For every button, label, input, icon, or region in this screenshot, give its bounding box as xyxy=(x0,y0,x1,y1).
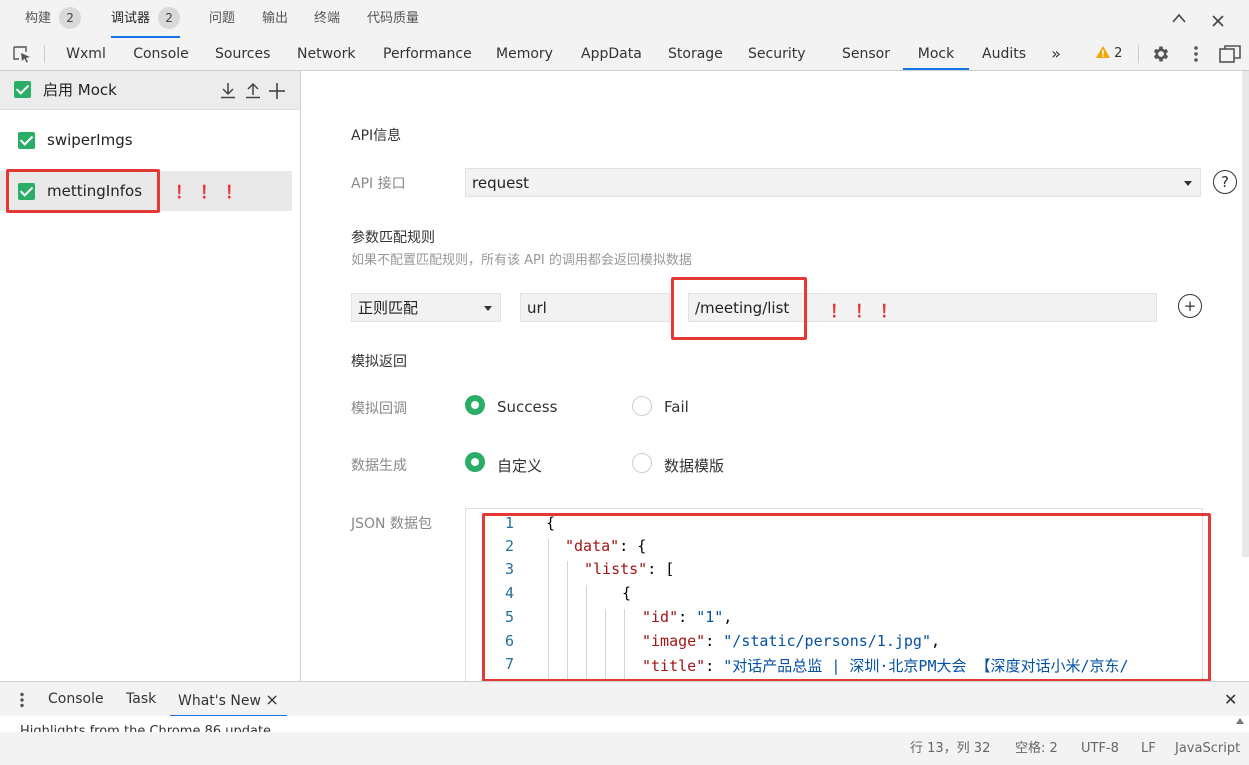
tab-sensor[interactable]: Sensor xyxy=(842,38,890,70)
export-upload-icon[interactable] xyxy=(245,82,261,99)
tab-sources[interactable]: Sources xyxy=(215,38,270,70)
tab-issues[interactable]: 问题 xyxy=(209,0,235,38)
match-rules-title: 参数匹配规则 xyxy=(351,230,435,246)
warning-count: 2 xyxy=(1114,46,1123,61)
mock-rules-sidebar: 启用 Mock swiperImgs mettingInfos ！！！ xyxy=(0,71,301,681)
scroll-up-icon[interactable] xyxy=(1236,718,1244,724)
drawer-tab-console[interactable]: Console xyxy=(48,682,104,717)
close-tab-icon[interactable]: × xyxy=(265,690,278,709)
tab-network[interactable]: Network xyxy=(297,38,355,70)
drawer-tab-whats-new-label: What's New xyxy=(178,693,261,709)
tab-appdata[interactable]: AppData xyxy=(581,38,642,70)
match-type-value: 正则匹配 xyxy=(358,299,419,317)
highlight-box xyxy=(482,513,1211,682)
whats-new-highlight: Highlights from the Chrome 86 update xyxy=(20,724,272,732)
api-interface-label: API 接口 xyxy=(351,176,406,192)
tab-debugger[interactable]: 调试器 2 xyxy=(111,0,181,38)
indent-spaces[interactable]: 空格: 2 xyxy=(1015,732,1058,765)
success-radio[interactable] xyxy=(465,395,485,415)
enable-mock-checkbox[interactable] xyxy=(14,81,31,98)
tab-mock[interactable]: Mock xyxy=(903,38,969,70)
tab-build[interactable]: 构建 2 xyxy=(25,0,82,38)
mock-sidebar-header: 启用 Mock xyxy=(0,71,300,110)
api-info-title: API信息 xyxy=(351,128,402,144)
template-radio[interactable] xyxy=(632,453,652,473)
tab-audits[interactable]: Audits xyxy=(982,38,1026,70)
match-rules-hint: 如果不配置匹配规则，所有该 API 的调用都会返回模拟数据 xyxy=(351,253,692,268)
rule-label: swiperImgs xyxy=(47,131,133,149)
whats-new-content: Highlights from the Chrome 86 update xyxy=(0,716,1249,732)
api-interface-value: request xyxy=(472,174,530,192)
tab-terminal[interactable]: 终端 xyxy=(314,0,340,38)
highlight-box xyxy=(6,169,160,213)
match-key-input[interactable]: url xyxy=(520,293,670,322)
template-radio-label: 数据模版 xyxy=(664,457,725,475)
close-panel-icon[interactable] xyxy=(1212,15,1224,27)
import-download-icon[interactable] xyxy=(220,82,236,99)
fail-radio[interactable] xyxy=(632,396,652,416)
warning-triangle-icon xyxy=(1096,46,1110,58)
api-interface-select[interactable]: request xyxy=(465,168,1201,197)
toolbar-divider xyxy=(1138,45,1139,63)
dock-side-icon[interactable] xyxy=(1219,45,1241,63)
highlight-box xyxy=(671,277,807,340)
top-tab-row: 构建 2 调试器 2 问题 输出 终端 代码质量 xyxy=(0,0,1249,38)
callback-label: 模拟回调 xyxy=(351,401,407,417)
tab-build-label: 构建 xyxy=(25,11,52,26)
collapse-up-icon[interactable] xyxy=(1172,13,1186,23)
chevron-down-icon xyxy=(1184,181,1192,186)
fail-radio-label: Fail xyxy=(664,398,689,416)
tab-code-quality[interactable]: 代码质量 xyxy=(367,0,419,38)
tab-security[interactable]: Security xyxy=(748,38,806,70)
annotation-marks: ！！！ xyxy=(830,302,905,322)
chevron-down-icon xyxy=(484,306,492,311)
right-scrollbar[interactable] xyxy=(1242,71,1249,557)
status-bar: 行 13，列 32 空格: 2 UTF-8 LF JavaScript xyxy=(0,732,1249,765)
settings-gear-icon[interactable] xyxy=(1151,44,1171,64)
inspect-element-icon[interactable] xyxy=(12,45,32,63)
mock-return-title: 模拟返回 xyxy=(351,354,407,370)
tab-console[interactable]: Console xyxy=(133,38,189,70)
mock-rule-item[interactable]: swiperImgs xyxy=(0,120,292,160)
toolbar-divider xyxy=(44,45,45,63)
match-type-select[interactable]: 正则匹配 xyxy=(351,293,501,322)
drawer-menu-icon[interactable] xyxy=(19,692,25,708)
tab-memory[interactable]: Memory xyxy=(496,38,553,70)
debugger-count-badge: 2 xyxy=(158,6,181,29)
custom-radio[interactable] xyxy=(465,452,485,472)
language-mode[interactable]: JavaScript xyxy=(1175,732,1240,765)
more-tabs-icon[interactable]: » xyxy=(1046,38,1066,70)
drawer-tab-task[interactable]: Task xyxy=(126,682,156,717)
json-package-label: JSON 数据包 xyxy=(351,516,432,532)
data-gen-label: 数据生成 xyxy=(351,458,407,474)
tab-storage[interactable]: Storage xyxy=(668,38,723,70)
custom-radio-label: 自定义 xyxy=(497,457,543,475)
help-icon[interactable]: ? xyxy=(1213,170,1237,194)
success-radio-label: Success xyxy=(497,398,558,416)
tab-debugger-label: 调试器 xyxy=(111,11,151,26)
line-ending[interactable]: LF xyxy=(1141,732,1156,765)
enable-mock-label: 启用 Mock xyxy=(43,81,117,99)
cursor-position[interactable]: 行 13，列 32 xyxy=(910,732,990,765)
file-encoding[interactable]: UTF-8 xyxy=(1081,732,1119,765)
rule-checkbox[interactable] xyxy=(18,132,35,149)
more-options-icon[interactable] xyxy=(1193,45,1199,63)
build-count-badge: 2 xyxy=(59,6,82,29)
add-rule-icon[interactable] xyxy=(269,83,285,99)
bottom-drawer-tabs: Console Task What's New × ✕ xyxy=(0,681,1249,718)
annotation-marks: ！！！ xyxy=(175,183,250,203)
tab-wxml[interactable]: Wxml xyxy=(66,38,106,70)
drawer-tab-whats-new[interactable]: What's New × xyxy=(170,682,287,717)
devtools-tab-bar: Wxml Console Sources Network Performance… xyxy=(0,38,1249,71)
tab-performance[interactable]: Performance xyxy=(383,38,472,70)
tab-output[interactable]: 输出 xyxy=(262,0,288,38)
add-match-rule-icon[interactable]: + xyxy=(1178,294,1202,318)
warning-indicator[interactable]: 2 xyxy=(1096,38,1122,70)
close-drawer-icon[interactable]: ✕ xyxy=(1224,682,1237,717)
